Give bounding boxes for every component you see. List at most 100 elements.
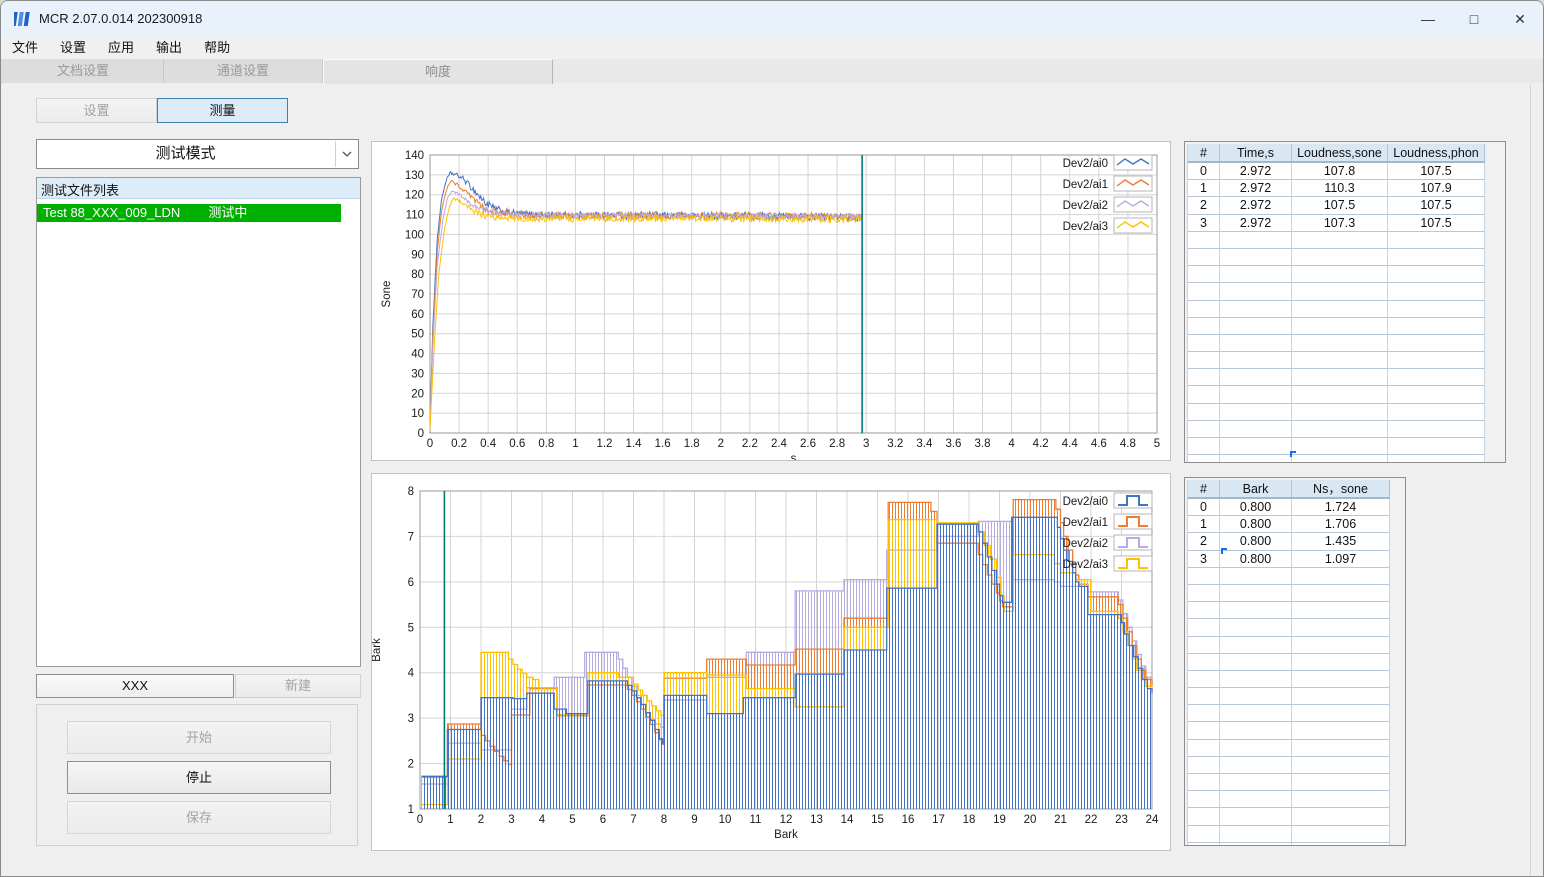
svg-text:4.4: 4.4 [1062, 438, 1079, 450]
table-cell [1187, 774, 1220, 792]
table-cell [1220, 334, 1292, 353]
table-cell: 107.5 [1292, 197, 1388, 215]
table-empty-row [1187, 705, 1390, 723]
table-cell [1187, 670, 1220, 689]
table-cell [1187, 584, 1220, 603]
table-cell [1292, 386, 1388, 404]
window-title: MCR 2.07.0.014 202300918 [39, 11, 203, 26]
table-cell: 1.724 [1292, 499, 1390, 517]
table-cell [1292, 248, 1388, 267]
save-button[interactable]: 保存 [67, 801, 331, 834]
table-cell [1292, 808, 1390, 826]
table-cell: 0.800 [1220, 550, 1292, 568]
table-cell [1187, 352, 1220, 370]
table-cell [1187, 248, 1220, 267]
specific-loudness-chart-panel: 0 1 2 3 4 5 6 7 8 9 10 11 12 13 14 15 16 17 18 19 20 21 22 23 24… [371, 473, 1171, 851]
table-cell: 1.706 [1292, 516, 1390, 534]
svg-text:15: 15 [871, 814, 884, 826]
table-cell [1187, 334, 1220, 353]
ns-table[interactable]: # Bark Ns，sone 0 0.800 1.724 1 0.800 1.706 2 0.800… [1187, 480, 1390, 845]
svg-text:10: 10 [411, 408, 424, 420]
loudness-table[interactable]: # Time,s Loudness,sone Loudness,phon 0 2.972 1… [1187, 144, 1485, 462]
maximize-button[interactable]: □ [1451, 1, 1497, 37]
loudness-time-chart[interactable]: 0 0.2 0.4 0.6 0.8 1 1.2 1.4 1.6 1.8 2 2.2 2.4 2.6 2.8 3… [372, 142, 1170, 465]
svg-text:21: 21 [1054, 814, 1067, 826]
table-cell [1220, 739, 1292, 757]
minimize-button[interactable]: — [1405, 1, 1451, 37]
svg-text:7: 7 [408, 531, 414, 543]
table-cell [1388, 369, 1485, 387]
menu-item-2[interactable]: 应用 [97, 37, 145, 59]
chevron-down-icon[interactable] [335, 141, 357, 167]
svg-text:1.4: 1.4 [626, 438, 643, 450]
table-cell: 0.800 [1220, 516, 1292, 534]
table-cell [1388, 420, 1485, 438]
table-cell [1220, 688, 1292, 706]
tab-document-settings[interactable]: 文档设置 [3, 59, 164, 83]
table-cell [1187, 688, 1220, 706]
measure-subtab-button[interactable]: 测量 [157, 98, 288, 123]
table-cell [1187, 791, 1220, 809]
table-cell [1220, 774, 1292, 792]
table-empty-row [1187, 266, 1485, 284]
stop-button[interactable]: 停止 [67, 761, 331, 794]
svg-text:5: 5 [1154, 438, 1160, 450]
table-empty-row [1187, 438, 1485, 456]
table-empty-row [1187, 670, 1390, 689]
start-button[interactable]: 开始 [67, 721, 331, 754]
table-empty-row [1187, 567, 1390, 585]
svg-text:5: 5 [569, 814, 575, 826]
new-button[interactable]: 新建 [235, 674, 361, 698]
xxx-button[interactable]: XXX [36, 674, 234, 698]
svg-text:4: 4 [408, 668, 415, 680]
table-cell: 1 [1187, 180, 1220, 198]
table-cell [1187, 808, 1220, 826]
table-empty-row [1187, 369, 1485, 387]
menu-item-4[interactable]: 帮助 [193, 37, 241, 59]
tab-loudness[interactable]: 响度 [323, 59, 553, 84]
svg-text:1: 1 [447, 814, 453, 826]
table-cell [1220, 283, 1292, 301]
tab-strip: 文档设置 通道设置 响度 [1, 59, 1543, 84]
table-cell [1187, 283, 1220, 301]
table-cell: 2.972 [1220, 180, 1292, 198]
table-empty-row [1187, 756, 1390, 774]
table-cell [1187, 386, 1220, 404]
menu-item-1[interactable]: 设置 [49, 37, 97, 59]
table-cell [1388, 248, 1485, 267]
table-cell [1187, 317, 1220, 335]
svg-text:11: 11 [750, 814, 762, 826]
table-cell [1292, 688, 1390, 706]
close-button[interactable]: ✕ [1497, 1, 1543, 37]
table-cell [1292, 584, 1390, 603]
ns-table-panel: # Bark Ns，sone 0 0.800 1.724 1 0.800 1.706 2 0.800… [1184, 477, 1406, 846]
table-cell [1292, 602, 1390, 620]
table-cell [1220, 266, 1292, 284]
svg-text:2.4: 2.4 [771, 438, 788, 450]
settings-subtab-button[interactable]: 设置 [36, 98, 157, 123]
table-cell [1187, 636, 1220, 654]
table-cell: 2.972 [1220, 214, 1292, 232]
menu-item-3[interactable]: 输出 [145, 37, 193, 59]
svg-text:0: 0 [418, 428, 424, 440]
test-file-list[interactable]: 测试文件列表 Test 88_XXX_009_LDN 测试中 [36, 177, 361, 667]
tab-strip-filler [553, 59, 1543, 83]
table-cell [1292, 670, 1390, 689]
svg-text:120: 120 [405, 190, 424, 202]
specific-loudness-chart[interactable]: 0 1 2 3 4 5 6 7 8 9 10 11 12 13 14 15 16 17 18 19 20 21 22 23 24… [371, 474, 1170, 850]
svg-text:10: 10 [719, 814, 732, 826]
table-cell [1292, 231, 1388, 249]
legend-label: Dev2/ai2 [1063, 200, 1108, 212]
table-cell [1292, 283, 1388, 301]
table-cell [1187, 756, 1220, 774]
test-mode-combobox[interactable]: 测试模式 [36, 139, 359, 169]
test-file-list-item[interactable]: Test 88_XXX_009_LDN 测试中 [37, 204, 341, 222]
tab-channel-settings[interactable]: 通道设置 [164, 59, 323, 83]
table-cell [1220, 248, 1292, 267]
svg-text:17: 17 [932, 814, 945, 826]
table-cell [1220, 386, 1292, 404]
menu-item-0[interactable]: 文件 [1, 37, 49, 59]
legend-label: Dev2/ai1 [1063, 517, 1108, 529]
cell-cursor-marker [1290, 451, 1296, 457]
table-cell [1388, 352, 1485, 370]
